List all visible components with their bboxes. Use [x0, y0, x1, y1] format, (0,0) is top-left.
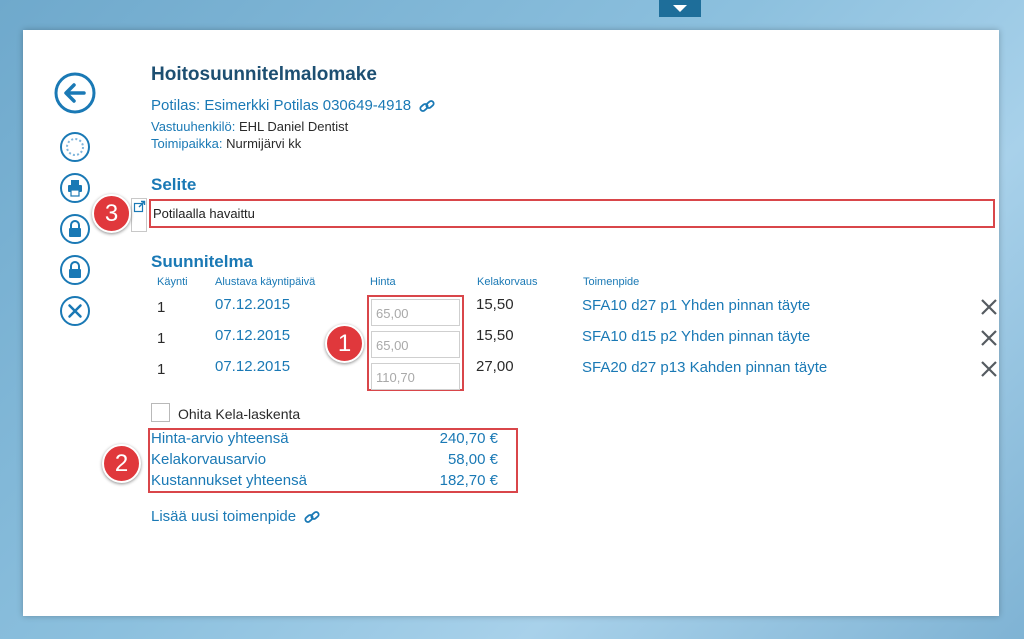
kela-estimate-label: Kelakorvausarvio — [151, 451, 267, 468]
callout-badge-2: 2 — [102, 444, 141, 483]
estimate-label: Hinta-arvio yhteensä — [151, 430, 289, 447]
procedure-link[interactable]: SFA10 d27 p1 Yhden pinnan täyte — [582, 297, 810, 314]
close-button[interactable] — [59, 295, 91, 327]
column-header-date: Alustava käyntipäivä — [215, 276, 316, 288]
price-input[interactable]: 65,00 — [371, 299, 460, 326]
cost-value: 182,70 € — [439, 472, 498, 489]
visit-cell: 1 — [157, 361, 166, 378]
lock-button[interactable] — [59, 213, 91, 245]
add-procedure-label: Lisää uusi toimenpide — [151, 508, 297, 525]
delete-row-icon[interactable] — [980, 360, 998, 378]
expand-selite-button[interactable] — [131, 198, 147, 232]
link-icon[interactable] — [419, 99, 435, 113]
procedure-link[interactable]: SFA10 d15 p2 Yhden pinnan täyte — [582, 328, 810, 345]
print-button[interactable] — [59, 172, 91, 204]
column-header-kela: Kelakorvaus — [477, 276, 538, 288]
loading-spinner-icon — [60, 132, 90, 162]
back-arrow-icon — [54, 72, 96, 114]
visit-cell: 1 — [157, 299, 166, 316]
lock-icon — [60, 214, 90, 244]
add-procedure-link[interactable]: Lisää uusi toimenpide — [151, 508, 320, 525]
plan-heading: Suunnitelma — [151, 252, 254, 271]
visit-cell: 1 — [157, 330, 166, 347]
page-title: Hoitosuunnitelmalomake — [151, 64, 377, 85]
lock-button-2[interactable] — [59, 254, 91, 286]
close-circle-icon — [60, 296, 90, 326]
column-header-visit: Käynti — [157, 276, 188, 288]
selite-heading: Selite — [151, 175, 197, 194]
lock-icon — [60, 255, 90, 285]
back-button[interactable] — [54, 72, 96, 114]
procedure-link[interactable]: SFA20 d27 p13 Kahden pinnan täyte — [582, 359, 827, 376]
cost-label: Kustannukset yhteensä — [151, 472, 307, 489]
patient-row: Potilas: Esimerkki Potilas 030649-4918 — [151, 97, 435, 114]
responsible-row: Vastuuhenkilö: EHL Daniel Dentist — [151, 119, 348, 134]
print-icon — [60, 173, 90, 203]
treatment-plan-panel: Hoitosuunnitelmalomake Potilas: Esimerkk… — [23, 30, 999, 616]
kela-cell: 15,50 — [476, 296, 514, 313]
callout-badge-3: 3 — [92, 194, 131, 233]
location-value: Nurmijärvi kk — [226, 136, 302, 151]
date-cell[interactable]: 07.12.2015 — [215, 358, 290, 375]
location-label: Toimipaikka: — [151, 136, 223, 151]
date-cell[interactable]: 07.12.2015 — [215, 296, 290, 313]
external-link-icon — [133, 200, 146, 213]
estimate-value: 240,70 € — [439, 430, 498, 447]
link-icon — [304, 511, 320, 523]
kela-estimate-value: 58,00 € — [447, 451, 498, 468]
callout-badge-1: 1 — [325, 324, 364, 363]
column-header-price: Hinta — [370, 276, 396, 288]
price-input[interactable]: 110,70 — [371, 363, 460, 390]
delete-row-icon[interactable] — [980, 298, 998, 316]
kela-cell: 27,00 — [476, 358, 514, 375]
skip-kela-checkbox[interactable] — [151, 403, 170, 422]
column-header-procedure: Toimenpide — [583, 276, 640, 288]
price-input[interactable]: 65,00 — [371, 331, 460, 358]
patient-link[interactable]: Esimerkki Potilas 030649-4918 — [204, 97, 411, 114]
kela-cell: 15,50 — [476, 327, 514, 344]
responsible-value: EHL Daniel Dentist — [238, 119, 349, 134]
selite-input[interactable]: Potilaalla havaittu — [149, 199, 995, 228]
patient-label: Potilas: — [151, 97, 201, 114]
top-panel-toggle[interactable] — [659, 0, 701, 17]
chevron-down-icon — [673, 4, 687, 12]
delete-row-icon[interactable] — [980, 329, 998, 347]
refresh-button[interactable] — [59, 131, 91, 163]
location-row: Toimipaikka: Nurmijärvi kk — [151, 136, 301, 151]
responsible-label: Vastuuhenkilö: — [151, 119, 236, 134]
date-cell[interactable]: 07.12.2015 — [215, 327, 290, 344]
skip-kela-label: Ohita Kela-laskenta — [178, 406, 301, 422]
